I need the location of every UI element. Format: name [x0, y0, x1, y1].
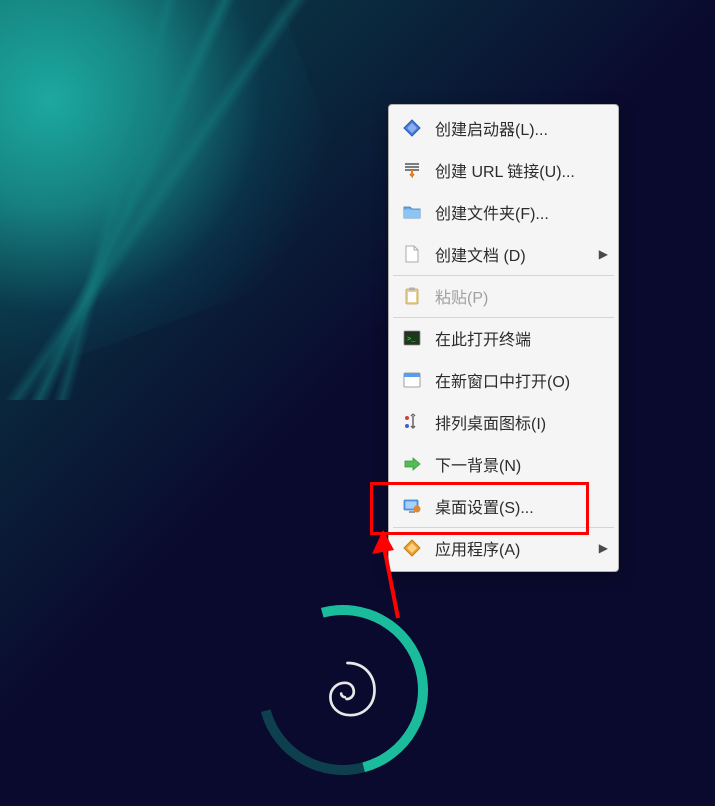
terminal-icon: >_: [401, 328, 423, 348]
svg-text:>_: >_: [407, 336, 416, 344]
menu-paste: 粘贴(P): [389, 275, 618, 317]
menu-open-new-window[interactable]: 在新窗口中打开(O): [389, 359, 618, 401]
next-arrow-icon: [401, 454, 423, 474]
menu-label: 创建启动器(L)...: [435, 116, 608, 140]
folder-icon: [401, 202, 423, 222]
menu-label: 创建文档 (D): [435, 242, 595, 266]
menu-label: 创建文件夹(F)...: [435, 200, 608, 224]
document-icon: [401, 244, 423, 264]
menu-label: 应用程序(A): [435, 536, 595, 560]
menu-create-launcher[interactable]: 创建启动器(L)...: [389, 107, 618, 149]
menu-label: 排列桌面图标(I): [435, 410, 608, 434]
menu-label: 创建 URL 链接(U)...: [435, 158, 608, 182]
menu-open-terminal[interactable]: >_ 在此打开终端: [389, 317, 618, 359]
window-icon: [401, 370, 423, 390]
menu-label: 下一背景(N): [435, 452, 608, 476]
settings-icon: [401, 496, 423, 516]
arrange-icon: [401, 412, 423, 432]
menu-applications[interactable]: 应用程序(A) ▶: [389, 527, 618, 569]
menu-create-url[interactable]: 创建 URL 链接(U)...: [389, 149, 618, 191]
menu-label: 在此打开终端: [435, 326, 608, 350]
menu-label: 在新窗口中打开(O): [435, 368, 608, 392]
url-link-icon: [401, 160, 423, 180]
menu-next-background[interactable]: 下一背景(N): [389, 443, 618, 485]
apps-icon: [401, 538, 423, 558]
menu-create-folder[interactable]: 创建文件夹(F)...: [389, 191, 618, 233]
chevron-right-icon: ▶: [599, 541, 608, 555]
menu-arrange-icons[interactable]: 排列桌面图标(I): [389, 401, 618, 443]
menu-desktop-settings[interactable]: 桌面设置(S)...: [389, 485, 618, 527]
loading-spinner: [258, 605, 428, 775]
desktop-context-menu: 创建启动器(L)... 创建 URL 链接(U)... 创建文件夹(F)... …: [388, 104, 619, 572]
paste-icon: [401, 286, 423, 306]
menu-label: 粘贴(P): [435, 284, 608, 308]
chevron-right-icon: ▶: [599, 247, 608, 261]
launcher-icon: [401, 118, 423, 138]
menu-create-document[interactable]: 创建文档 (D) ▶: [389, 233, 618, 275]
menu-label: 桌面设置(S)...: [435, 494, 608, 518]
debian-swirl-icon: [298, 645, 388, 735]
wallpaper-rays: [0, 0, 350, 400]
